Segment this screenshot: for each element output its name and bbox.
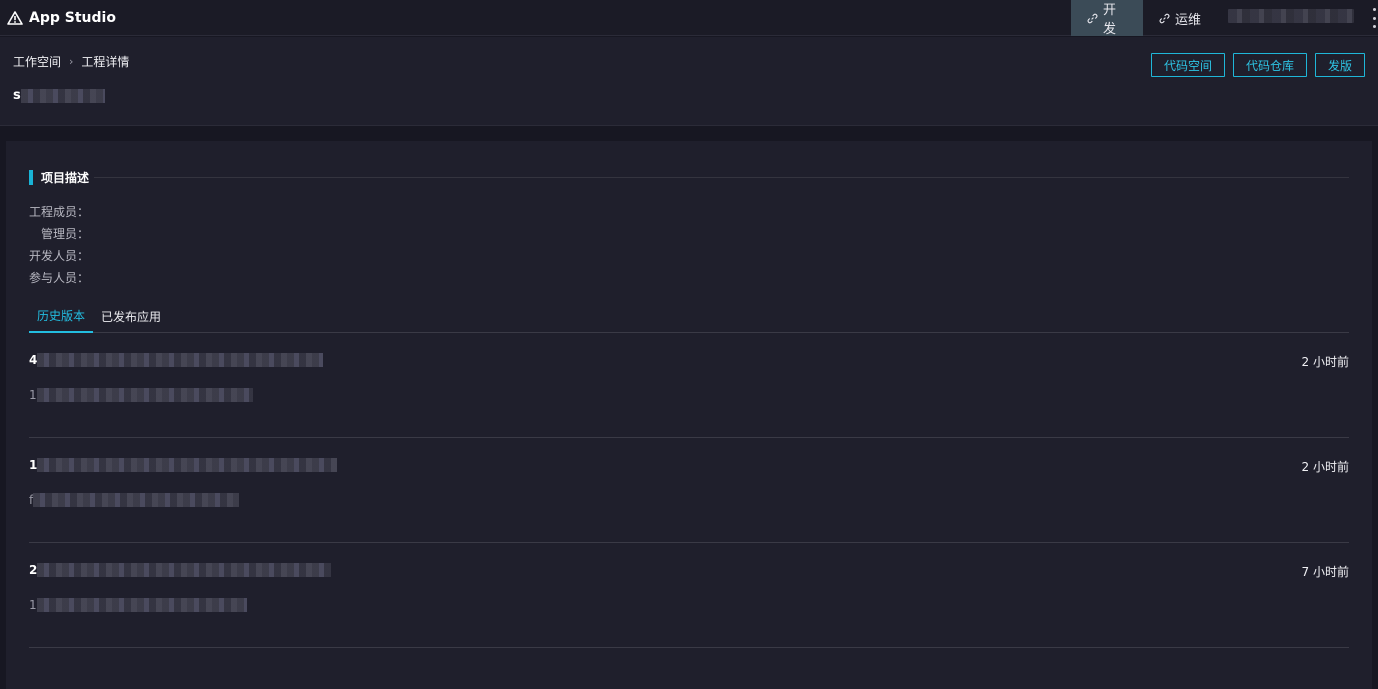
version-title: 4 (29, 353, 324, 367)
nav-tab-label: 运维 (1175, 12, 1202, 28)
publish-button[interactable]: 发版 (1315, 53, 1365, 77)
redacted-text (36, 598, 247, 612)
version-time: 2 小时前 (1301, 355, 1349, 369)
user-info-redacted[interactable] (1228, 9, 1354, 23)
section-accent-bar (29, 170, 33, 185)
section-divider (94, 177, 1349, 178)
version-title-text: 1 (29, 458, 38, 472)
version-title: 2 (29, 563, 332, 577)
code-space-button[interactable]: 代码空间 (1151, 53, 1225, 77)
redacted-text (36, 388, 253, 402)
project-name-text: s (13, 88, 21, 103)
breadcrumb-project-detail: 工程详情 (81, 55, 130, 69)
page-header: 工作空间 › 工程详情 s 代码空间 代码仓库 发版 (0, 37, 1378, 126)
project-detail-panel: 项目描述 工程成员： 管理员： 开发人员： 参与人员： 历史版本 已发布应用 4… (6, 141, 1372, 689)
version-title: 1 (29, 458, 338, 472)
version-description-text: 1 (29, 598, 37, 612)
redacted-text (37, 458, 338, 472)
top-bar: App Studio 开发 运维 (0, 0, 1378, 37)
list-divider (29, 647, 1349, 648)
link-icon (1087, 13, 1098, 24)
version-time: 2 小时前 (1301, 460, 1349, 474)
version-description: 1 (29, 388, 253, 402)
project-name: s (13, 88, 105, 103)
redacted-text (37, 353, 324, 367)
version-description-text: 1 (29, 388, 37, 402)
field-label-participants: 参与人员： (29, 271, 90, 285)
breadcrumb-separator: › (69, 55, 74, 68)
breadcrumb: 工作空间 › 工程详情 (13, 53, 129, 70)
version-description: f (29, 493, 240, 507)
redacted-text (33, 493, 240, 507)
list-item[interactable]: 2 1 7 小时前 (29, 543, 1349, 648)
version-title-text: 4 (29, 353, 38, 367)
redacted-text (37, 563, 332, 577)
version-tabs: 历史版本 已发布应用 (29, 300, 1349, 333)
link-icon (1159, 13, 1170, 24)
more-vertical-icon[interactable] (1370, 8, 1378, 28)
code-repo-button[interactable]: 代码仓库 (1233, 53, 1307, 77)
field-label-members: 工程成员： (29, 205, 90, 219)
tab-history-versions[interactable]: 历史版本 (29, 300, 93, 333)
nav-tab-label: 开发 (1103, 3, 1117, 37)
list-item[interactable]: 4 1 2 小时前 (29, 333, 1349, 438)
section-title: 项目描述 (29, 169, 89, 186)
list-item[interactable]: 1 f 2 小时前 (29, 438, 1349, 543)
version-description: 1 (29, 598, 247, 612)
tab-published-apps[interactable]: 已发布应用 (101, 300, 161, 333)
section-title-text: 项目描述 (41, 171, 90, 185)
nav-tab-develop[interactable]: 开发 (1071, 0, 1143, 37)
nav-tab-ops[interactable]: 运维 (1143, 0, 1219, 36)
app-title: App Studio (29, 10, 116, 26)
version-time: 7 小时前 (1301, 565, 1349, 579)
redacted-text (20, 88, 105, 103)
field-label-admins: 管理员： (40, 227, 89, 241)
field-label-developers: 开发人员： (29, 249, 90, 263)
warning-triangle-icon (7, 11, 23, 25)
version-title-text: 2 (29, 563, 38, 577)
app-brand[interactable]: App Studio (7, 0, 116, 36)
breadcrumb-workspace[interactable]: 工作空间 (13, 53, 61, 70)
